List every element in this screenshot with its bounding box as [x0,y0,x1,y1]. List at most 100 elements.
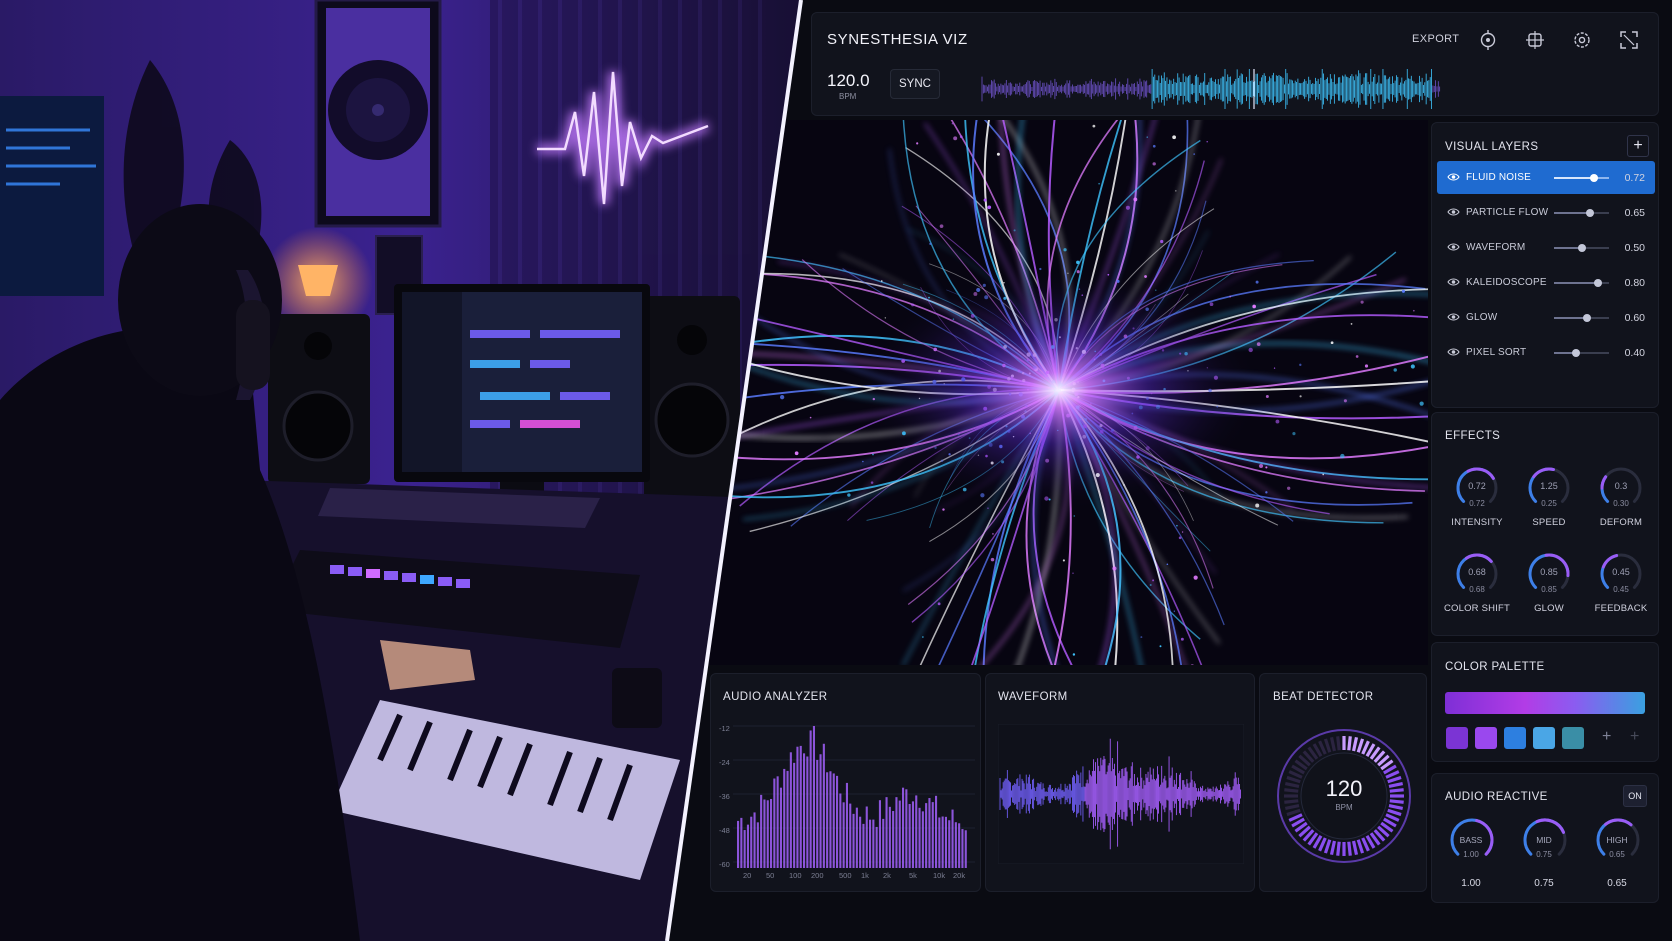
spectrum-bar [766,800,769,868]
palette-gradient[interactable] [1445,692,1645,714]
layer-opacity-slider[interactable] [1554,244,1609,252]
timeline-waveform[interactable] [972,69,1492,109]
eye-icon[interactable] [1447,277,1460,287]
band-value: 0.75 [1534,878,1554,889]
beat-segment [1356,839,1365,854]
palette-swatch[interactable] [1562,727,1584,749]
layer-slider-handle[interactable] [1572,349,1580,357]
settings-icon[interactable] [1477,29,1499,51]
layer-slider-handle[interactable] [1583,314,1591,322]
effect-knob-label: COLOR SHIFT [1443,603,1511,614]
layer-slider-handle[interactable] [1577,244,1586,252]
layer-opacity-slider[interactable] [1554,279,1609,287]
visual-particle [1152,162,1156,166]
add-swatch-button-2[interactable]: + [1630,728,1639,746]
effect-knob[interactable]: 0.45 0.45 FEEDBACK [1586,551,1656,629]
layer-row[interactable]: PIXEL SORT 0.40 [1437,336,1655,369]
color-palette-title: COLOR PALETTE [1445,661,1545,673]
eye-icon[interactable] [1447,207,1460,217]
layer-slider-handle[interactable] [1585,209,1594,217]
effect-knob[interactable]: 0.3 0.30 DEFORM [1586,465,1656,543]
spectrum-bar [875,826,878,868]
analyzer-x-tick: 100 [789,871,802,880]
visual-particle [780,395,785,400]
visual-canvas[interactable] [690,120,1428,665]
visual-particle [1159,645,1162,648]
eye-icon[interactable] [1447,347,1460,357]
band-name: BASS [1459,835,1483,845]
layer-row[interactable]: GLOW 0.60 [1437,301,1655,334]
visual-particle [1062,559,1065,562]
eye-icon[interactable] [1447,242,1460,252]
visual-particle [1343,399,1347,403]
spectrum-bar [928,798,931,868]
visual-particle [1013,229,1016,232]
spectrum-bar [925,803,928,868]
band-knob[interactable]: HIGH 0.65 0.65 [1587,816,1647,908]
visual-particle [928,296,930,299]
effects-title: EFFECTS [1445,430,1501,442]
visual-particle [1206,141,1208,143]
visual-particle [1178,536,1182,540]
effect-knob[interactable]: 0.68 0.68 COLOR SHIFT [1442,551,1512,629]
beat-bpm-value: 120 [1325,776,1363,801]
layer-name: FLUID NOISE [1466,172,1531,183]
add-swatch-button[interactable]: + [1602,728,1611,746]
spectrum-bar [845,782,848,868]
visual-particle [959,135,963,139]
layer-opacity-slider[interactable] [1554,314,1609,322]
beat-segment [1351,736,1359,752]
layer-slider-handle[interactable] [1594,279,1602,287]
spectrum-bar [892,811,895,868]
layer-row[interactable]: FLUID NOISE 0.72 [1437,161,1655,194]
spectrum-bar [915,795,918,868]
spectrum-bar [779,787,782,868]
effect-knob[interactable]: 0.85 0.85 GLOW [1514,551,1584,629]
spectrum-bar [740,817,743,868]
palette-swatch[interactable] [1504,727,1526,749]
gear-icon[interactable] [1571,29,1593,51]
effect-knob[interactable]: 0.72 0.72 INTENSITY [1442,465,1512,543]
visual-particle [916,142,919,145]
layer-row[interactable]: PARTICLE FLOW 0.65 [1437,196,1655,229]
palette-swatch[interactable] [1475,727,1497,749]
palette-swatch[interactable] [1533,727,1555,749]
effect-knob-subvalue: 0.68 [1469,585,1485,594]
visual-particle [1275,419,1280,424]
sync-button[interactable]: SYNC [890,69,940,99]
layer-opacity-slider[interactable] [1554,174,1609,182]
band-knob[interactable]: MID 0.75 0.75 [1514,816,1574,908]
layer-opacity-slider[interactable] [1554,349,1609,357]
beat-segment [1323,738,1332,753]
spectrum-bar [918,807,921,868]
band-knob[interactable]: BASS 1.00 1.00 [1441,816,1501,908]
visual-particle [884,317,886,319]
layer-row[interactable]: KALEIDOSCOPE 0.80 [1437,266,1655,299]
spectrum-bar [888,806,891,868]
effect-knob[interactable]: 1.25 0.25 SPEED [1514,465,1584,543]
audio-reactive-toggle[interactable]: ON [1623,785,1647,807]
visual-particle [929,242,932,246]
palette-swatch[interactable] [1446,727,1468,749]
visual-particle [921,636,924,638]
visual-particle [1072,572,1074,575]
fullscreen-icon[interactable] [1618,29,1640,51]
eye-icon[interactable] [1447,172,1460,182]
add-layer-button[interactable]: + [1627,135,1649,157]
layer-row[interactable]: WAVEFORM 0.50 [1437,231,1655,264]
layer-slider-fill [1554,212,1590,214]
spectrum-bar [819,754,822,868]
visual-particle [809,416,812,419]
visual-particle [1229,295,1232,298]
visual-particle [1193,575,1198,580]
visual-particle [996,152,1000,156]
spectrum-bar [862,823,865,868]
layer-opacity-slider[interactable] [1554,209,1609,217]
bpm-value: 120.0 [827,71,870,90]
effect-knob-label: INTENSITY [1451,517,1503,528]
crop-icon[interactable] [1524,29,1546,51]
spectrum-bar [789,752,792,868]
eye-icon[interactable] [1447,312,1460,322]
export-button[interactable]: EXPORT [1412,33,1459,45]
layer-slider-handle[interactable] [1589,174,1598,182]
